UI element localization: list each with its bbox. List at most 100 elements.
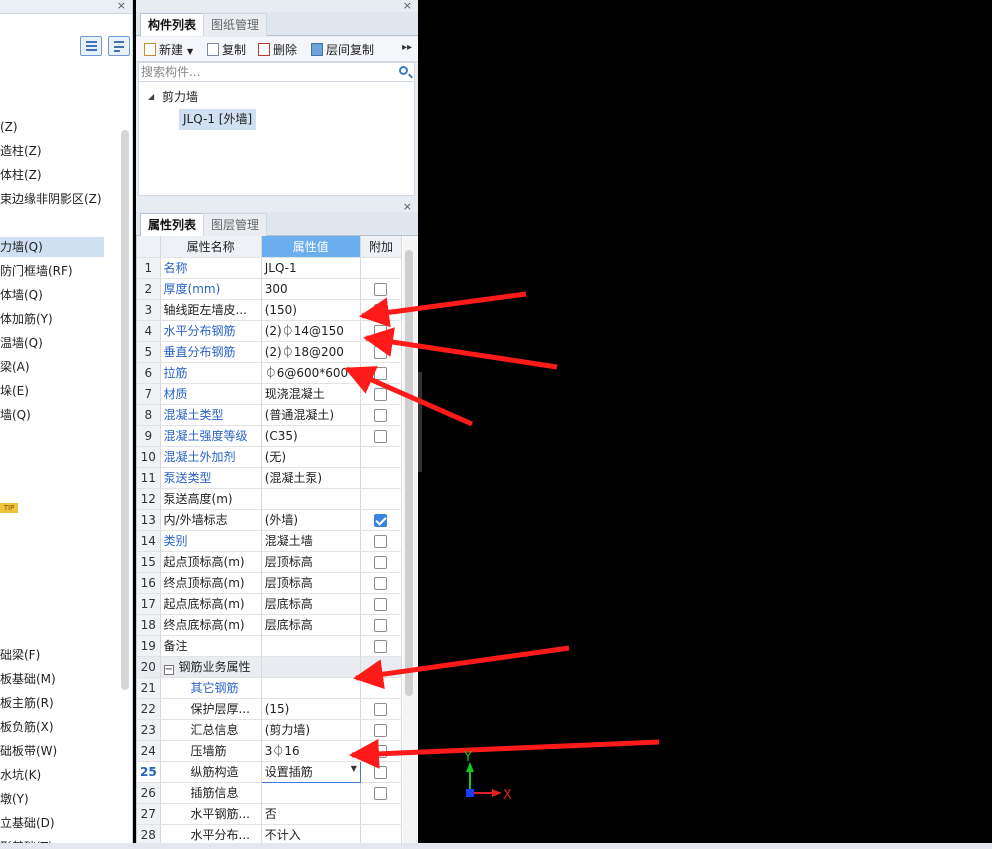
chevron-down-icon[interactable]: ▼: [351, 764, 357, 773]
nav-item[interactable]: 板负筋(X): [0, 717, 54, 737]
property-row[interactable]: 19 备注: [137, 635, 403, 657]
property-row[interactable]: 25 纵筋构造 设置插筋 ▼: [137, 760, 403, 783]
copy-button[interactable]: 复制: [207, 41, 246, 59]
property-row[interactable]: 7 材质 现浇混凝土: [137, 383, 403, 405]
property-value[interactable]: 不计入: [261, 824, 361, 846]
property-scrollbar[interactable]: [405, 250, 413, 696]
property-value[interactable]: (2)⏀14@150: [261, 320, 361, 342]
collapse-icon[interactable]: −: [163, 665, 174, 675]
property-value[interactable]: [261, 488, 361, 510]
checkbox[interactable]: [374, 408, 388, 422]
property-row[interactable]: 13 内/外墙标志 (外墙): [137, 509, 403, 531]
checkbox[interactable]: [374, 387, 388, 401]
checkbox[interactable]: [374, 618, 388, 632]
close-icon[interactable]: ×: [117, 0, 126, 13]
checkbox[interactable]: [374, 744, 388, 758]
floor-copy-button[interactable]: 层间复制: [311, 41, 374, 59]
tab-drawing-management[interactable]: 图纸管理: [203, 13, 268, 36]
property-row[interactable]: 2 厚度(mm) 300: [137, 278, 403, 300]
property-row[interactable]: 15 起点顶标高(m) 层顶标高: [137, 551, 403, 573]
property-value[interactable]: [261, 656, 361, 678]
property-value[interactable]: (150): [261, 299, 361, 321]
checkbox[interactable]: [374, 429, 388, 443]
checkbox-checked[interactable]: [374, 513, 388, 527]
property-value[interactable]: 混凝土墙: [261, 530, 361, 552]
checkbox[interactable]: [374, 786, 388, 800]
nav-item[interactable]: 垛(E): [0, 381, 29, 401]
property-value[interactable]: 现浇混凝土: [261, 383, 361, 405]
property-row[interactable]: 26 插筋信息: [137, 782, 403, 804]
property-row[interactable]: 10 混凝土外加剂 (无): [137, 446, 403, 468]
property-row[interactable]: 1 名称 JLQ-1: [137, 257, 403, 279]
checkbox[interactable]: [374, 534, 388, 548]
nav-item[interactable]: 梁(A): [0, 357, 30, 377]
property-value[interactable]: (普通混凝土): [261, 404, 361, 426]
nav-item[interactable]: 束边缘非阴影区(Z): [0, 189, 102, 209]
property-value[interactable]: (2)⏀18@200: [261, 341, 361, 363]
property-value[interactable]: 3⏀16: [261, 740, 361, 762]
delete-button[interactable]: 删除: [258, 41, 297, 59]
new-button[interactable]: 新建 ▼: [144, 41, 193, 59]
nav-item[interactable]: 墙(Q): [0, 405, 31, 425]
property-row[interactable]: 3 轴线距左墙皮... (150): [137, 299, 403, 321]
checkbox[interactable]: [374, 597, 388, 611]
property-row[interactable]: 11 泵送类型 (混凝土泵): [137, 467, 403, 489]
property-value[interactable]: [261, 635, 361, 657]
property-value[interactable]: 层底标高: [261, 593, 361, 615]
property-row[interactable]: 24 压墙筋 3⏀16: [137, 740, 403, 762]
property-row[interactable]: 9 混凝土强度等级 (C35): [137, 425, 403, 447]
checkbox[interactable]: [374, 723, 388, 737]
nav-item[interactable]: 防门框墙(RF): [0, 261, 73, 281]
property-row[interactable]: 27 水平钢筋... 否: [137, 803, 403, 825]
nav-item[interactable]: 立基础(D): [0, 813, 55, 833]
checkbox[interactable]: [374, 324, 388, 338]
property-row[interactable]: 14 类别 混凝土墙: [137, 530, 403, 552]
nav-item[interactable]: 温墙(Q): [0, 333, 43, 353]
nav-item[interactable]: 体柱(Z): [0, 165, 42, 185]
checkbox[interactable]: [374, 765, 388, 779]
property-row[interactable]: 23 汇总信息 (剪力墙): [137, 719, 403, 741]
tree-item-jlq1[interactable]: JLQ-1 [外墙]: [179, 109, 257, 130]
checkbox[interactable]: [374, 576, 388, 590]
nav-item[interactable]: 板主筋(R): [0, 693, 54, 713]
nav-item[interactable]: 础梁(F): [0, 645, 40, 665]
property-value[interactable]: 否: [261, 803, 361, 825]
checkbox[interactable]: [374, 345, 388, 359]
property-row[interactable]: 16 终点顶标高(m) 层顶标高: [137, 572, 403, 594]
list-view-button[interactable]: [80, 36, 102, 56]
property-value[interactable]: ⏀6@600*600: [261, 362, 361, 384]
property-row[interactable]: 5 垂直分布钢筋 (2)⏀18@200: [137, 341, 403, 363]
property-value[interactable]: (混凝土泵): [261, 467, 361, 489]
nav-item[interactable]: 体墙(Q): [0, 285, 43, 305]
search-input[interactable]: [139, 63, 384, 81]
property-row[interactable]: 12 泵送高度(m): [137, 488, 403, 510]
property-row[interactable]: 8 混凝土类型 (普通混凝土): [137, 404, 403, 426]
nav-item[interactable]: (Z): [0, 117, 18, 137]
property-row[interactable]: 4 水平分布钢筋 (2)⏀14@150: [137, 320, 403, 342]
property-value[interactable]: 层顶标高: [261, 551, 361, 573]
property-value[interactable]: (剪力墙): [261, 719, 361, 741]
property-row[interactable]: 22 保护层厚... (15): [137, 698, 403, 720]
property-value[interactable]: (无): [261, 446, 361, 468]
checkbox[interactable]: [374, 303, 388, 317]
nav-item[interactable]: 板基础(M): [0, 669, 56, 689]
property-row[interactable]: 6 拉筋 ⏀6@600*600: [137, 362, 403, 384]
checkbox[interactable]: [374, 639, 388, 653]
nav-item[interactable]: 水坑(K): [0, 765, 41, 785]
drawing-canvas[interactable]: [422, 0, 992, 843]
property-value[interactable]: 层顶标高: [261, 572, 361, 594]
property-row[interactable]: 20− 钢筋业务属性: [137, 656, 403, 678]
nav-item[interactable]: 力墙(Q): [0, 237, 104, 257]
tab-layer-management[interactable]: 图层管理: [203, 213, 268, 236]
tree-group-shear-wall[interactable]: 剪力墙: [162, 88, 198, 105]
property-value[interactable]: [261, 677, 361, 699]
property-value-dropdown[interactable]: 设置插筋 ▼: [260, 760, 361, 783]
checkbox[interactable]: [374, 555, 388, 569]
nav-item[interactable]: 造柱(Z): [0, 141, 42, 161]
property-row[interactable]: 17 起点底标高(m) 层底标高: [137, 593, 403, 615]
property-value[interactable]: 层底标高: [261, 614, 361, 636]
property-row[interactable]: 21 其它钢筋: [137, 677, 403, 699]
detail-view-button[interactable]: [108, 36, 130, 56]
property-value[interactable]: (15): [261, 698, 361, 720]
property-value[interactable]: JLQ-1: [261, 257, 361, 279]
